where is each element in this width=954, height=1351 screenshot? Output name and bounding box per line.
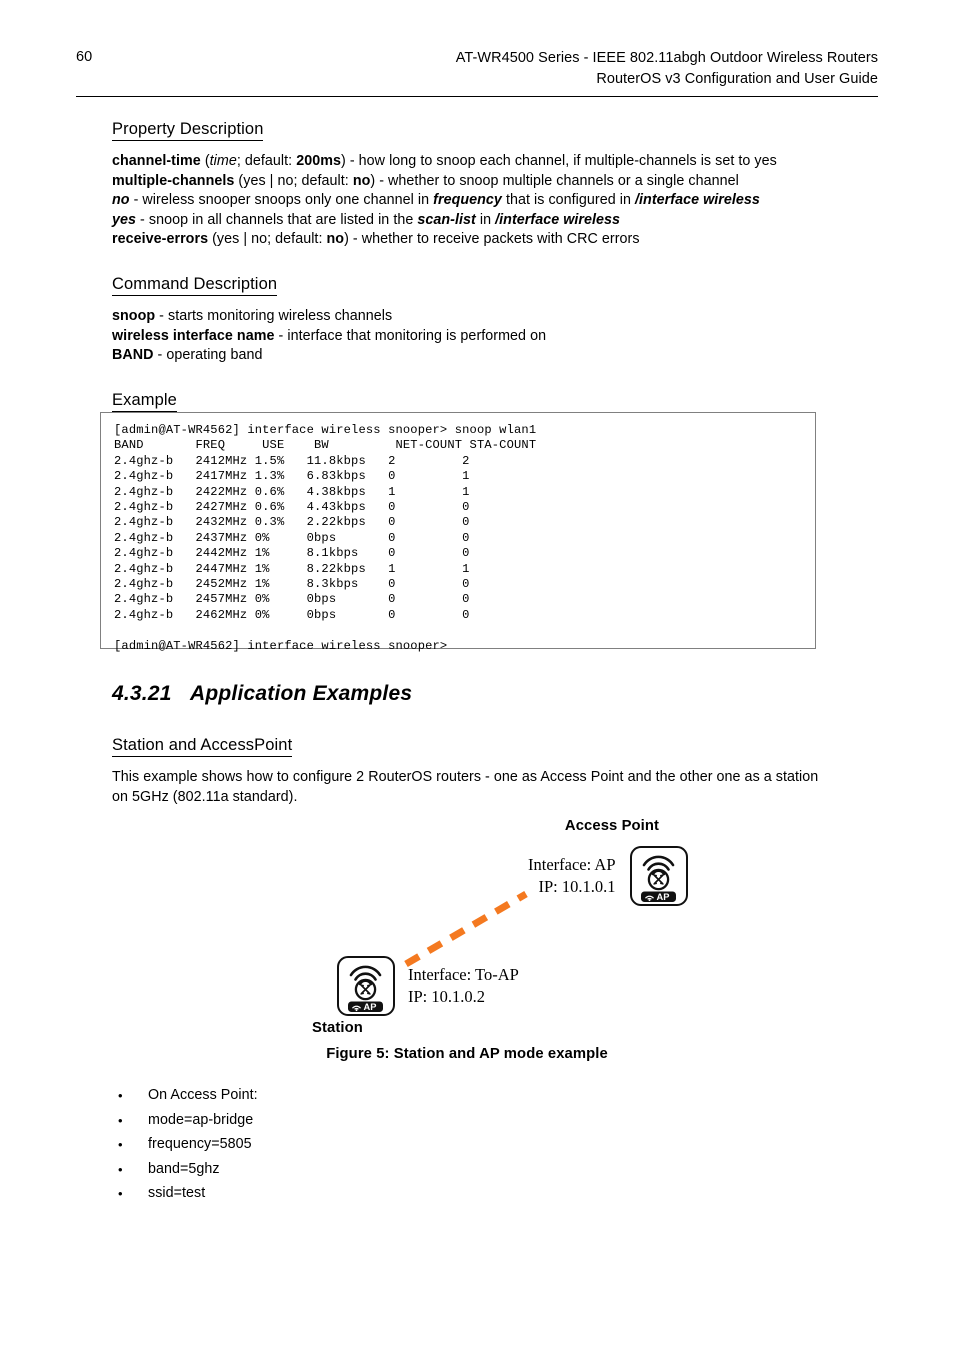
station-accesspoint-heading: Station and AccessPoint bbox=[112, 736, 293, 757]
document-title-line2: RouterOS v3 Configuration and User Guide bbox=[596, 71, 878, 87]
station-node: AP Interface: To-AP IP: 10.1.0.2 bbox=[337, 956, 519, 1016]
list-item: • On Access Point: bbox=[112, 1086, 612, 1105]
bullet-icon: • bbox=[118, 1161, 123, 1177]
access-point-node: Interface: AP IP: 10.1.0.1 AP bbox=[528, 846, 688, 906]
access-point-info: Interface: AP IP: 10.1.0.1 bbox=[528, 854, 616, 898]
description-line: yes - snoop in all channels that are lis… bbox=[112, 211, 621, 228]
section-heading: 4.3.21 Application Examples bbox=[112, 682, 412, 706]
access-point-label: Access Point bbox=[564, 818, 660, 834]
subsection-paragraph: This example shows how to configure 2 Ro… bbox=[112, 769, 819, 805]
bullet-icon: • bbox=[118, 1186, 123, 1201]
access-point-router-icon: AP bbox=[629, 846, 688, 906]
document-title-line1: AT-WR4500 Series - IEEE 802.11abgh Outdo… bbox=[455, 50, 878, 66]
list-item-label: frequency=5805 bbox=[148, 1136, 252, 1152]
example-heading: Example bbox=[112, 391, 177, 412]
document-title: AT-WR4500 Series - IEEE 802.11abgh Outdo… bbox=[456, 48, 878, 90]
terminal-output-box: [admin@AT-WR4562] interface wireless sno… bbox=[100, 412, 816, 653]
station-info: Interface: To-AP IP: 10.1.0.2 bbox=[408, 964, 519, 1008]
description-line: snoop - starts monitoring wireless chann… bbox=[112, 307, 393, 324]
page-number: 60 bbox=[76, 49, 93, 65]
description-line: BAND - operating band bbox=[112, 347, 263, 364]
figure-canvas: Access Point Interface: AP IP: 10.1.0.1 bbox=[112, 818, 822, 1040]
description-line: channel-time (time; default: 200ms) - ho… bbox=[112, 153, 777, 169]
svg-text:AP: AP bbox=[364, 1002, 377, 1012]
station-router-icon: AP bbox=[337, 956, 395, 1016]
section-number: 4.3.21 bbox=[112, 682, 172, 705]
property-description-list: channel-time (time; default: 200ms) - ho… bbox=[112, 152, 822, 250]
list-item: • frequency=5805 bbox=[112, 1135, 612, 1154]
bullet-icon: • bbox=[118, 1088, 123, 1103]
description-line: receive-errors (yes | no; default: no) -… bbox=[112, 231, 640, 248]
station-interface: Interface: To-AP bbox=[408, 965, 519, 984]
command-description-heading: Command Description bbox=[112, 275, 278, 296]
list-item-label: band=5ghz bbox=[148, 1160, 220, 1177]
router-wifi-glyph: AP bbox=[348, 965, 383, 1012]
list-item-label: mode=ap-bridge bbox=[148, 1111, 254, 1128]
station-label: Station bbox=[312, 1020, 363, 1036]
figure-station-ap: Access Point Interface: AP IP: 10.1.0.1 bbox=[112, 818, 822, 1073]
list-item-label: On Access Point: bbox=[148, 1087, 258, 1103]
header-divider bbox=[76, 96, 878, 97]
bullet-icon: • bbox=[118, 1112, 123, 1128]
command-description-list: snoop - starts monitoring wireless chann… bbox=[112, 307, 822, 366]
page-header: 60 AT-WR4500 Series - IEEE 802.11abgh Ou… bbox=[76, 48, 878, 90]
access-point-ip: IP: 10.1.0.1 bbox=[538, 877, 616, 896]
list-item: • ssid=test bbox=[112, 1184, 612, 1203]
bullet-icon: • bbox=[118, 1137, 123, 1152]
description-line: wireless interface name - interface that… bbox=[112, 327, 547, 344]
svg-text:AP: AP bbox=[656, 892, 669, 902]
config-bullet-list: • On Access Point: • mode=ap-bridge • frequen… bbox=[112, 1086, 612, 1209]
router-wifi-glyph: AP bbox=[640, 855, 676, 902]
main-content: Property Description channel-time (time;… bbox=[112, 120, 822, 442]
subsection-block: Station and AccessPoint This example sho… bbox=[112, 736, 822, 807]
figure-caption: Figure 5: Station and AP mode example bbox=[326, 1046, 608, 1062]
terminal-output-text: [admin@AT-WR4562] interface wireless sno… bbox=[114, 423, 537, 653]
property-description-heading: Property Description bbox=[112, 120, 264, 141]
list-item: • mode=ap-bridge bbox=[112, 1111, 612, 1130]
section-title: Application Examples bbox=[190, 682, 413, 705]
list-item: • band=5ghz bbox=[112, 1160, 612, 1179]
station-ip: IP: 10.1.0.2 bbox=[408, 987, 486, 1006]
access-point-interface: Interface: AP bbox=[528, 855, 616, 874]
list-item-label: ssid=test bbox=[148, 1185, 206, 1201]
description-line: multiple-channels (yes | no; default: no… bbox=[112, 172, 739, 189]
description-line: no - wireless snooper snoops only one ch… bbox=[112, 192, 760, 209]
